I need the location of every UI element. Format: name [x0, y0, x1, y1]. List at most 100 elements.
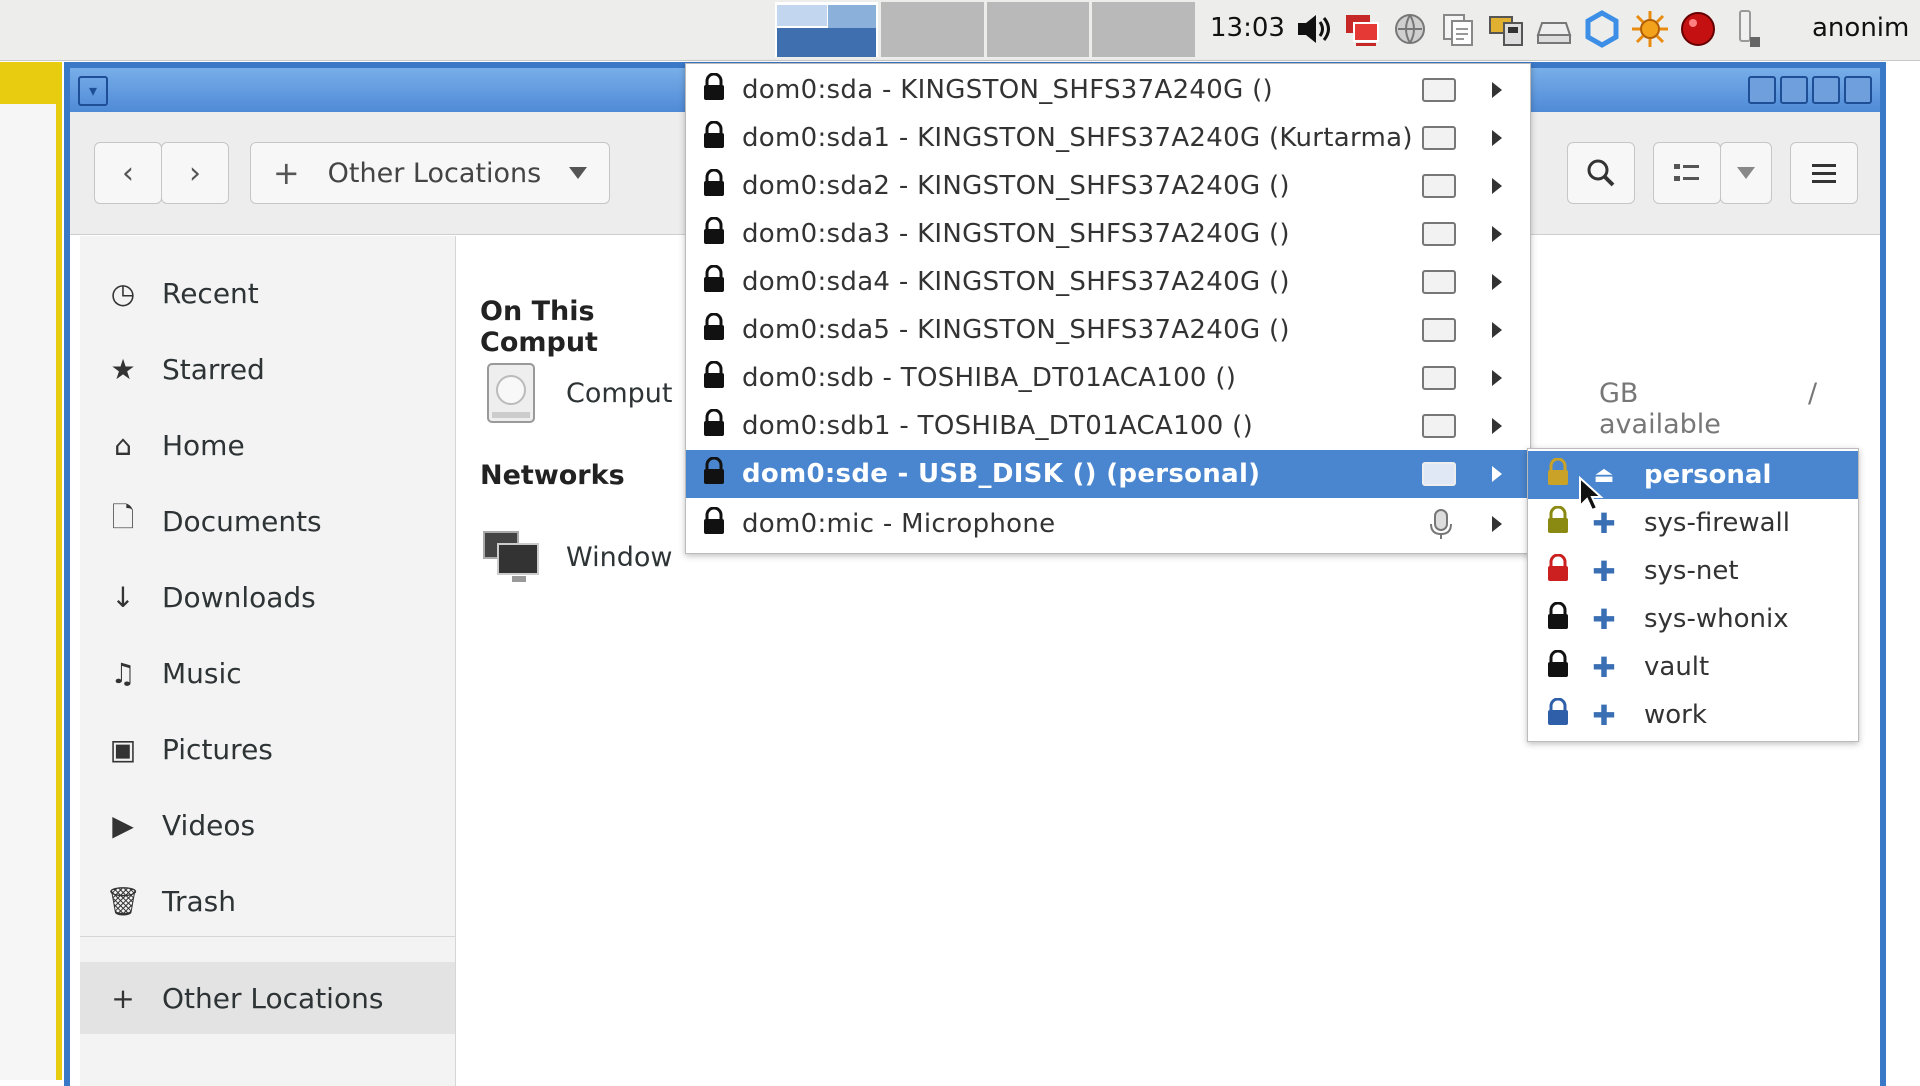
sidebar-item-recent[interactable]: ◷ Recent: [80, 262, 455, 324]
sidebar-item-label: Other Locations: [162, 981, 384, 1015]
device-item-sda3[interactable]: dom0:sda3 - KINGSTON_SHFS37A240G (): [686, 210, 1530, 258]
device-item-sda4[interactable]: dom0:sda4 - KINGSTON_SHFS37A240G (): [686, 258, 1530, 306]
drive-icon: [1422, 318, 1456, 342]
workspace-3[interactable]: [986, 2, 1090, 57]
network-computer-icon: [482, 526, 542, 590]
places-sidebar: ◷ Recent ★ Starred ⌂ Home 🗋 Documents ↓ …: [80, 236, 456, 1086]
lock-icon: [700, 408, 728, 443]
path-bar-button[interactable]: + Other Locations: [250, 142, 610, 204]
plus-icon: +: [111, 981, 135, 1015]
window-maximize-button[interactable]: [1812, 76, 1840, 104]
device-item-sdb1[interactable]: dom0:sdb1 - TOSHIBA_DT01ACA100 (): [686, 402, 1530, 450]
lock-icon: [700, 168, 728, 203]
attach-plus-icon: ✚: [1592, 602, 1616, 636]
clock[interactable]: 13:03: [1210, 13, 1285, 43]
forward-button[interactable]: ›: [161, 142, 229, 204]
vm-item-label: sys-firewall: [1644, 508, 1790, 538]
lock-icon: [1544, 457, 1572, 492]
main-menu-button[interactable]: [1790, 142, 1858, 204]
sidebar-item-downloads[interactable]: ↓ Downloads: [80, 566, 455, 628]
drive-icon: [1422, 414, 1456, 438]
home-icon: ⌂: [114, 428, 132, 462]
workspace-4[interactable]: [1092, 2, 1195, 57]
submenu-arrow-icon: [1492, 516, 1502, 532]
device-item-sdb[interactable]: dom0:sdb - TOSHIBA_DT01ACA100 (): [686, 354, 1530, 402]
workspace-2[interactable]: [880, 2, 984, 57]
sidebar-item-other-locations[interactable]: + Other Locations: [80, 962, 455, 1034]
background-window[interactable]: [0, 62, 62, 1080]
search-button[interactable]: [1567, 142, 1635, 204]
clipboard-icon[interactable]: [1437, 6, 1479, 52]
submenu-arrow-icon: [1492, 322, 1502, 338]
available-space-label: GB available: [1599, 378, 1721, 440]
vm-item-label: sys-net: [1644, 556, 1739, 586]
download-icon: ↓: [111, 580, 135, 614]
device-item-sda5[interactable]: dom0:sda5 - KINGSTON_SHFS37A240G (): [686, 306, 1530, 354]
device-item-mic[interactable]: dom0:mic - Microphone: [686, 500, 1530, 548]
workspace-1[interactable]: [775, 2, 878, 57]
username[interactable]: anonim: [1812, 13, 1909, 43]
drive-icon: [1422, 366, 1456, 390]
usb-icon[interactable]: [1725, 6, 1767, 52]
lock-icon: [700, 456, 728, 491]
vm-item-vault[interactable]: ✚ vault: [1528, 643, 1858, 691]
windows-network-label[interactable]: Window: [566, 542, 672, 573]
sidebar-item-label: Trash: [162, 884, 236, 918]
sidebar-item-music[interactable]: ♫ Music: [80, 642, 455, 704]
updates-icon[interactable]: [1581, 6, 1623, 52]
vm-submenu: ⏏ personal ✚ sys-firewall ✚ sys-net ✚ sy…: [1527, 448, 1859, 742]
sidebar-item-home[interactable]: ⌂ Home: [80, 414, 455, 476]
device-item-sda2[interactable]: dom0:sda2 - KINGSTON_SHFS37A240G (): [686, 162, 1530, 210]
lock-icon: [1544, 601, 1572, 636]
mount-path-label: /: [1808, 378, 1818, 409]
chevron-down-icon: [569, 167, 588, 179]
workspace-pager[interactable]: [775, 2, 1198, 57]
sidebar-item-videos[interactable]: ▶ Videos: [80, 794, 455, 856]
lock-icon: [700, 312, 728, 347]
clock-icon: ◷: [110, 276, 136, 310]
sidebar-item-trash[interactable]: 🗑 Trash: [80, 870, 455, 932]
microphone-icon: [1426, 508, 1456, 540]
vm-item-work[interactable]: ✚ work: [1528, 691, 1858, 739]
sidebar-separator: [80, 936, 455, 937]
view-options-button[interactable]: [1720, 142, 1772, 204]
network-icon[interactable]: [1389, 6, 1431, 52]
vm-item-label: vault: [1644, 652, 1710, 682]
sidebar-item-starred[interactable]: ★ Starred: [80, 338, 455, 400]
lock-icon: [700, 72, 728, 107]
camera-icon: ▣: [109, 732, 137, 766]
settings-sun-icon[interactable]: [1629, 6, 1671, 52]
qubes-domains-icon[interactable]: [1341, 6, 1383, 52]
sidebar-item-pictures[interactable]: ▣ Pictures: [80, 718, 455, 780]
window-minimize-button[interactable]: [1780, 76, 1808, 104]
drive-icon: [1422, 78, 1456, 102]
vm-item-sys-whonix[interactable]: ✚ sys-whonix: [1528, 595, 1858, 643]
computer-location-label[interactable]: Comput: [566, 378, 673, 409]
window-keep-above-button[interactable]: [1748, 76, 1776, 104]
window-close-button[interactable]: [1844, 76, 1872, 104]
sidebar-item-label: Music: [162, 656, 242, 690]
sidebar-item-label: Documents: [162, 504, 322, 538]
devices-icon[interactable]: [1485, 6, 1527, 52]
lock-icon: [1544, 505, 1572, 540]
vm-item-sys-net[interactable]: ✚ sys-net: [1528, 547, 1858, 595]
attach-plus-icon: ✚: [1592, 650, 1616, 684]
list-view-icon: [1674, 164, 1699, 181]
submenu-arrow-icon: [1492, 178, 1502, 194]
disk-icon[interactable]: [1533, 6, 1575, 52]
lock-icon: [1544, 553, 1572, 588]
device-item-sde[interactable]: dom0:sde - USB_DISK () (personal): [686, 450, 1530, 498]
record-icon[interactable]: [1677, 6, 1719, 52]
back-button[interactable]: ‹: [94, 142, 162, 204]
sidebar-item-documents[interactable]: 🗋 Documents: [80, 490, 455, 552]
background-window-titlebar[interactable]: [0, 62, 56, 104]
sidebar-item-label: Starred: [162, 352, 265, 386]
sidebar-item-label: Downloads: [162, 580, 316, 614]
volume-icon[interactable]: [1293, 6, 1335, 52]
device-item-sda1[interactable]: dom0:sda1 - KINGSTON_SHFS37A240G (Kurtar…: [686, 114, 1530, 162]
lock-icon: [1544, 697, 1572, 732]
window-menu-icon[interactable]: ▾: [78, 76, 108, 106]
view-list-button[interactable]: [1653, 142, 1721, 204]
section-header-on-this-computer: On This Comput: [480, 296, 598, 358]
device-item-sda[interactable]: dom0:sda - KINGSTON_SHFS37A240G (): [686, 66, 1530, 114]
